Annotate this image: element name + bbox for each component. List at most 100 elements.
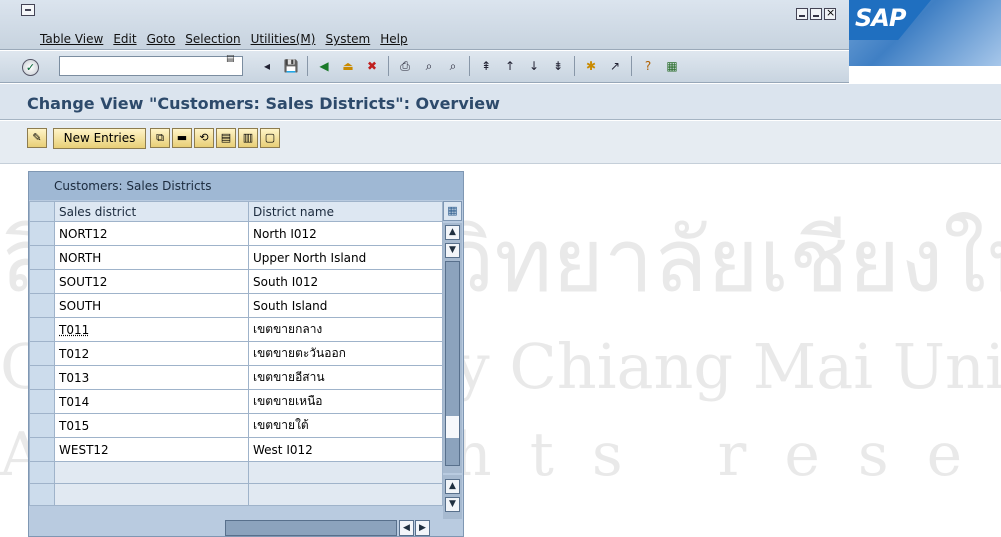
- district-name-cell[interactable]: เขตขายกลาง: [248, 317, 443, 342]
- page-title: Change View "Customers: Sales Districts"…: [27, 94, 500, 113]
- sales-district-cell[interactable]: SOUTH: [54, 293, 249, 318]
- scroll-up-icon[interactable]: ▲: [445, 225, 460, 240]
- row-selector[interactable]: [29, 483, 55, 506]
- column-header-sales-district[interactable]: Sales district: [54, 201, 249, 222]
- table-row: NORTH Upper North Island: [29, 245, 443, 270]
- district-name-cell[interactable]: เขตขายเหนือ: [248, 389, 443, 414]
- toolbar-separator: [574, 56, 575, 76]
- create-session-icon[interactable]: ✱: [582, 57, 600, 75]
- row-selector[interactable]: [29, 413, 55, 438]
- table-title-bar: Customers: Sales Districts: [29, 172, 463, 200]
- sales-districts-table: Sales district District name NORT12 Nort…: [29, 201, 443, 506]
- title-bar: Change View "Customers: Sales Districts"…: [0, 84, 1001, 120]
- district-name-cell[interactable]: North I012: [248, 221, 443, 246]
- maximize-icon[interactable]: [810, 8, 822, 20]
- copy-as-icon[interactable]: ⧉: [150, 128, 170, 148]
- table-row: NORT12 North I012: [29, 221, 443, 246]
- previous-page-icon[interactable]: ↑: [501, 57, 519, 75]
- sales-district-cell[interactable]: NORT12: [54, 221, 249, 246]
- row-selector[interactable]: [29, 317, 55, 342]
- menu-edit[interactable]: Edit: [113, 32, 136, 46]
- print-icon[interactable]: ⎙: [396, 57, 414, 75]
- district-name-cell[interactable]: [248, 483, 443, 506]
- row-selector[interactable]: [29, 245, 55, 270]
- sales-district-cell[interactable]: [54, 483, 249, 506]
- select-all-icon[interactable]: ▤: [216, 128, 236, 148]
- command-toggle-icon[interactable]: ▤: [226, 54, 235, 64]
- scroll-left-icon[interactable]: ◀: [399, 520, 414, 536]
- row-selector[interactable]: [29, 437, 55, 462]
- horizontal-scrollbar[interactable]: ◀ ▶: [225, 520, 447, 536]
- close-icon[interactable]: [824, 6, 836, 20]
- scroll-track[interactable]: [445, 261, 460, 466]
- find-next-icon[interactable]: ⌕: [444, 57, 462, 75]
- minimize-icon[interactable]: [796, 8, 808, 20]
- scroll-right-icon[interactable]: ▶: [415, 520, 430, 536]
- district-name-cell[interactable]: South I012: [248, 269, 443, 294]
- row-selector[interactable]: [29, 461, 55, 484]
- menu-selection[interactable]: Selection: [185, 32, 240, 46]
- sales-district-cell[interactable]: T014: [54, 389, 249, 414]
- row-selector[interactable]: [29, 221, 55, 246]
- district-name-cell[interactable]: West I012: [248, 437, 443, 462]
- sales-district-cell[interactable]: [54, 461, 249, 484]
- shortcut-icon[interactable]: ↗: [606, 57, 624, 75]
- sales-district-cell[interactable]: SOUT12: [54, 269, 249, 294]
- district-name-cell[interactable]: เขตขายอีสาน: [248, 365, 443, 390]
- menu-help[interactable]: Help: [380, 32, 407, 46]
- page-up-icon[interactable]: ▲: [445, 479, 460, 494]
- first-page-icon[interactable]: ⇞: [477, 57, 495, 75]
- row-selector[interactable]: [29, 389, 55, 414]
- change-display-icon[interactable]: ✎: [27, 128, 47, 148]
- row-selector[interactable]: [29, 293, 55, 318]
- select-block-icon[interactable]: ▥: [238, 128, 258, 148]
- column-header-district-name[interactable]: District name: [248, 201, 443, 222]
- sales-district-cell[interactable]: T015: [54, 413, 249, 438]
- row-selector[interactable]: [29, 341, 55, 366]
- column-config-icon[interactable]: ▦: [443, 201, 462, 221]
- district-name-cell[interactable]: South Island: [248, 293, 443, 318]
- sales-district-cell[interactable]: T011: [54, 317, 249, 342]
- district-name-cell[interactable]: [248, 461, 443, 484]
- menu-table-view[interactable]: Table View: [40, 32, 103, 46]
- deselect-all-icon[interactable]: ▢: [260, 128, 280, 148]
- scroll-down-icon[interactable]: ▼: [445, 243, 460, 258]
- district-name-cell[interactable]: Upper North Island: [248, 245, 443, 270]
- menu-system[interactable]: System: [325, 32, 370, 46]
- select-all-cell[interactable]: [29, 201, 55, 222]
- back-icon[interactable]: ◀: [315, 57, 333, 75]
- row-selector[interactable]: [29, 365, 55, 390]
- help-icon[interactable]: ?: [639, 57, 657, 75]
- sales-district-cell[interactable]: NORTH: [54, 245, 249, 270]
- horizontal-scroll-track[interactable]: [225, 520, 397, 536]
- system-menu-icon[interactable]: [21, 4, 35, 16]
- new-entries-button[interactable]: New Entries: [53, 128, 146, 149]
- command-field[interactable]: [59, 56, 243, 76]
- scroll-thumb[interactable]: [446, 416, 459, 438]
- page-down-icon[interactable]: ▼: [445, 497, 460, 512]
- table-header-row: Sales district District name: [29, 201, 443, 222]
- save-icon[interactable]: 💾: [282, 57, 300, 75]
- district-name-cell[interactable]: เขตขายตะวันออก: [248, 341, 443, 366]
- table-row: T015 เขตขายใต้: [29, 413, 443, 438]
- cancel-icon[interactable]: ✖: [363, 57, 381, 75]
- delete-icon[interactable]: ▬: [172, 128, 192, 148]
- sales-district-cell[interactable]: T013: [54, 365, 249, 390]
- enter-icon[interactable]: ✓: [22, 59, 39, 76]
- last-page-icon[interactable]: ⇟: [549, 57, 567, 75]
- layout-menu-icon[interactable]: ▦: [663, 57, 681, 75]
- find-icon[interactable]: ⌕: [420, 57, 438, 75]
- sales-district-cell[interactable]: WEST12: [54, 437, 249, 462]
- exit-icon[interactable]: ⏏: [339, 57, 357, 75]
- district-name-cell[interactable]: เขตขายใต้: [248, 413, 443, 438]
- next-page-icon[interactable]: ↓: [525, 57, 543, 75]
- row-selector[interactable]: [29, 269, 55, 294]
- back-nav-icon[interactable]: ◂: [258, 57, 276, 75]
- menu-utilities[interactable]: Utilities(M): [251, 32, 316, 46]
- menu-goto[interactable]: Goto: [147, 32, 176, 46]
- page-scroll-buttons: ▲ ▼: [443, 475, 462, 519]
- undo-change-icon[interactable]: ⟲: [194, 128, 214, 148]
- sales-district-cell[interactable]: T012: [54, 341, 249, 366]
- table-row: SOUT12 South I012: [29, 269, 443, 294]
- vertical-scrollbar[interactable]: ▲ ▼: [443, 223, 462, 473]
